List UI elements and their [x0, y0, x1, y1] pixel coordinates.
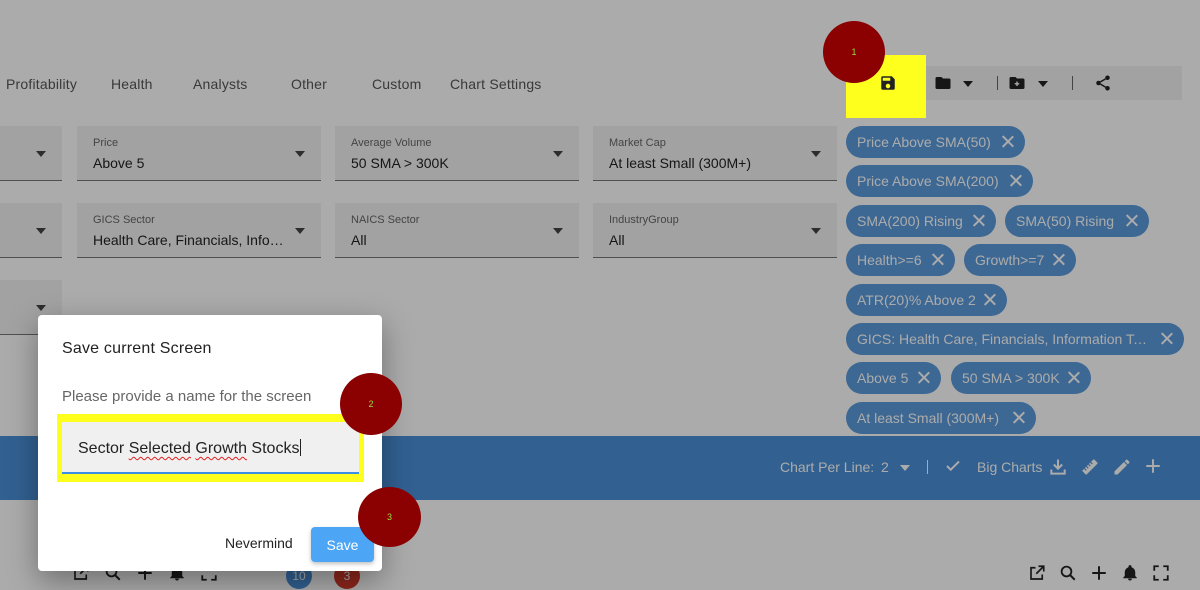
screen-name-value: Sector Selected Growth Stocks	[78, 439, 302, 457]
save-screen-dialog: Save current Screen Please provide a nam…	[38, 315, 382, 571]
nevermind-button[interactable]: Nevermind	[225, 535, 293, 551]
dialog-prompt: Please provide a name for the screen	[62, 388, 312, 405]
step-marker-2: 2	[340, 373, 402, 435]
screen-name-input[interactable]: Sector Selected Growth Stocks	[62, 422, 359, 474]
text-cursor	[300, 439, 302, 456]
step-marker-3: 3	[358, 487, 421, 547]
dialog-title: Save current Screen	[62, 340, 212, 357]
save-icon[interactable]	[877, 72, 899, 94]
step-marker-1: 1	[823, 21, 885, 83]
